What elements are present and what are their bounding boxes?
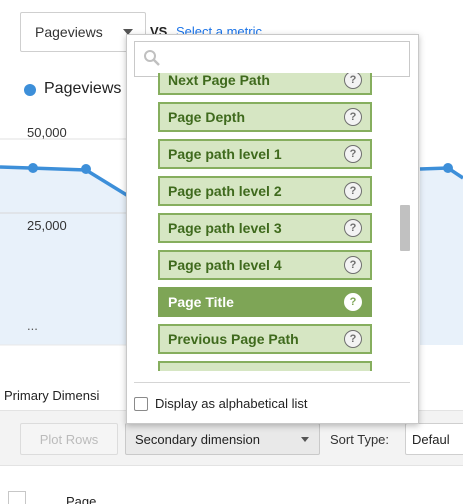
primary-dimension-label: Primary Dimensi xyxy=(4,388,100,403)
chart-footer-ellipsis: ... xyxy=(27,318,38,333)
series-point xyxy=(81,164,91,174)
series-point xyxy=(28,163,38,173)
dimension-option[interactable]: Previous Page Path ? xyxy=(158,324,372,354)
dimension-option-label: Page Depth xyxy=(168,109,246,125)
dimension-option[interactable]: Page path level 3 ? xyxy=(158,213,372,243)
dimension-option-label: Page Title xyxy=(168,294,234,310)
dimension-option[interactable]: Page path level 2 ? xyxy=(158,176,372,206)
dimension-list: Next Page Path ? Page Depth ? Page path … xyxy=(158,73,374,371)
dimension-option-label: Previous Page Path xyxy=(168,331,299,347)
chart-area-fill xyxy=(0,167,130,345)
secondary-dimension-button[interactable]: Secondary dimension xyxy=(125,423,320,455)
dimension-option-label: Page path level 3 xyxy=(168,220,282,236)
dimension-option[interactable]: Page Depth ? xyxy=(158,102,372,132)
help-icon[interactable]: ? xyxy=(344,293,362,311)
dimension-dropdown: Next Page Path ? Page Depth ? Page path … xyxy=(126,34,419,424)
legend-dot xyxy=(24,84,36,96)
dropdown-divider xyxy=(134,382,410,383)
help-icon[interactable]: ? xyxy=(344,108,362,126)
dimension-option[interactable]: Page path level 4 ? xyxy=(158,250,372,280)
secondary-dimension-label: Secondary dimension xyxy=(135,431,261,447)
alphabetical-list-label[interactable]: Display as alphabetical list xyxy=(155,396,307,411)
dimension-option-selected[interactable]: Page Title ? xyxy=(158,287,372,317)
help-icon[interactable]: ? xyxy=(344,182,362,200)
dimension-option-label: Page path level 4 xyxy=(168,257,282,273)
dimension-option[interactable]: Next Page Path ? xyxy=(158,73,372,95)
select-all-checkbox[interactable] xyxy=(8,491,26,504)
chevron-down-icon xyxy=(301,437,309,442)
dimension-search-input[interactable] xyxy=(134,41,410,77)
dropdown-scrollbar[interactable] xyxy=(400,205,410,251)
sort-type-label: Sort Type: xyxy=(330,432,390,447)
search-icon xyxy=(144,50,160,66)
dimension-option-partial[interactable] xyxy=(158,361,372,371)
help-icon[interactable]: ? xyxy=(344,219,362,237)
sort-type-select[interactable]: Defaul xyxy=(405,423,463,455)
help-icon[interactable]: ? xyxy=(344,330,362,348)
metric-dropdown-label: Pageviews xyxy=(35,24,103,40)
table-header-page: Page xyxy=(66,494,97,504)
dimension-option-label: Next Page Path xyxy=(168,73,270,88)
help-icon[interactable]: ? xyxy=(344,145,362,163)
y-tick-label: 50,000 xyxy=(27,125,67,140)
series-point xyxy=(443,163,453,173)
dimension-option[interactable]: Page path level 1 ? xyxy=(158,139,372,169)
y-tick-label: 25,000 xyxy=(27,218,67,233)
plot-rows-button[interactable]: Plot Rows xyxy=(20,423,118,455)
help-icon[interactable]: ? xyxy=(344,256,362,274)
help-icon[interactable]: ? xyxy=(344,73,362,89)
chart-area-fill-right xyxy=(420,168,463,345)
alphabetical-list-checkbox[interactable] xyxy=(134,397,148,411)
dimension-option-label: Page path level 2 xyxy=(168,183,282,199)
dimension-option-label: Page path level 1 xyxy=(168,146,282,162)
legend-label: Pageviews xyxy=(44,80,122,97)
